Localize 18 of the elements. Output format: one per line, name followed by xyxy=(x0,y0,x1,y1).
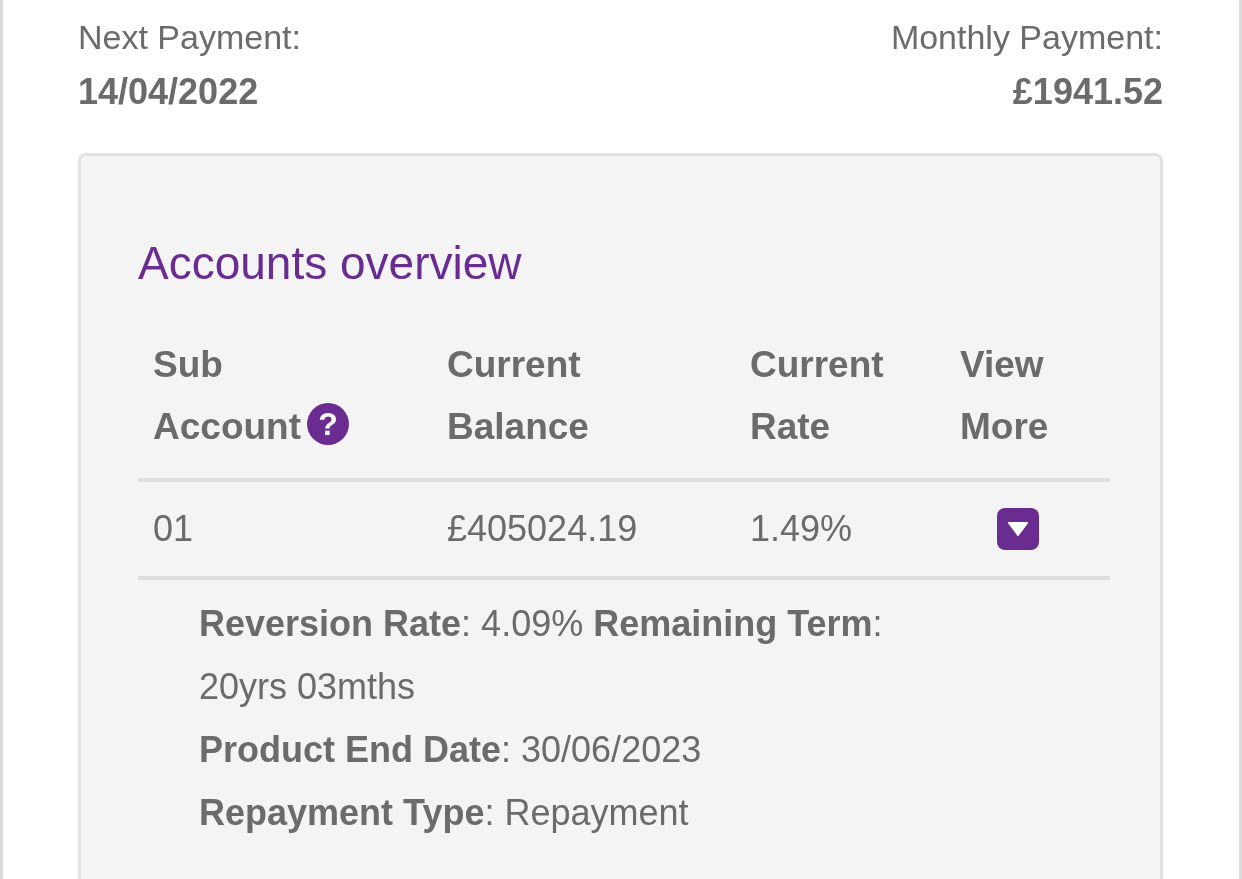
detail-text: Reversion Rate: 4.09% Remaining Term: 20yrs 03mths xyxy=(199,602,884,709)
column-header: Current Balance xyxy=(447,344,589,447)
summary-value: £1941.52 xyxy=(1012,71,1163,113)
column-header: Current Rate xyxy=(750,344,884,447)
expand-toggle[interactable] xyxy=(996,508,1039,550)
detail-text: Repayment Type: Repayment xyxy=(199,791,689,835)
summary-label: Monthly Payment: xyxy=(890,18,1163,57)
detail-text: Product End Date: 30/06/2023 xyxy=(199,728,702,772)
help-icon[interactable]: ? xyxy=(307,403,349,445)
column-header: View More xyxy=(960,344,1049,447)
caret-icon xyxy=(1006,521,1029,537)
table-cell: 01 xyxy=(153,508,194,550)
summary-label: Next Payment: xyxy=(78,18,301,57)
table-cell: 1.49% xyxy=(750,508,853,550)
summary-value: 14/04/2022 xyxy=(78,71,260,113)
column-header: Sub Account xyxy=(153,344,301,447)
table-cell: £405024.19 xyxy=(447,508,638,550)
section-title: Accounts overview xyxy=(138,236,523,290)
